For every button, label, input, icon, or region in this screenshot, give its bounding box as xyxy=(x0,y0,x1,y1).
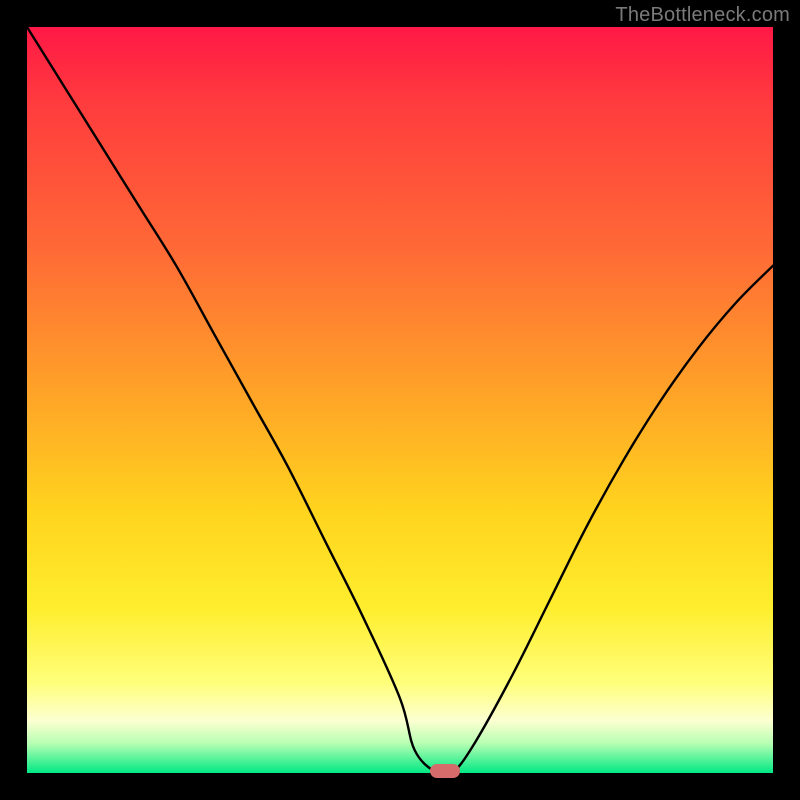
chart-frame: TheBottleneck.com xyxy=(0,0,800,800)
optimal-point-marker xyxy=(430,764,460,778)
bottleneck-curve xyxy=(0,0,800,800)
